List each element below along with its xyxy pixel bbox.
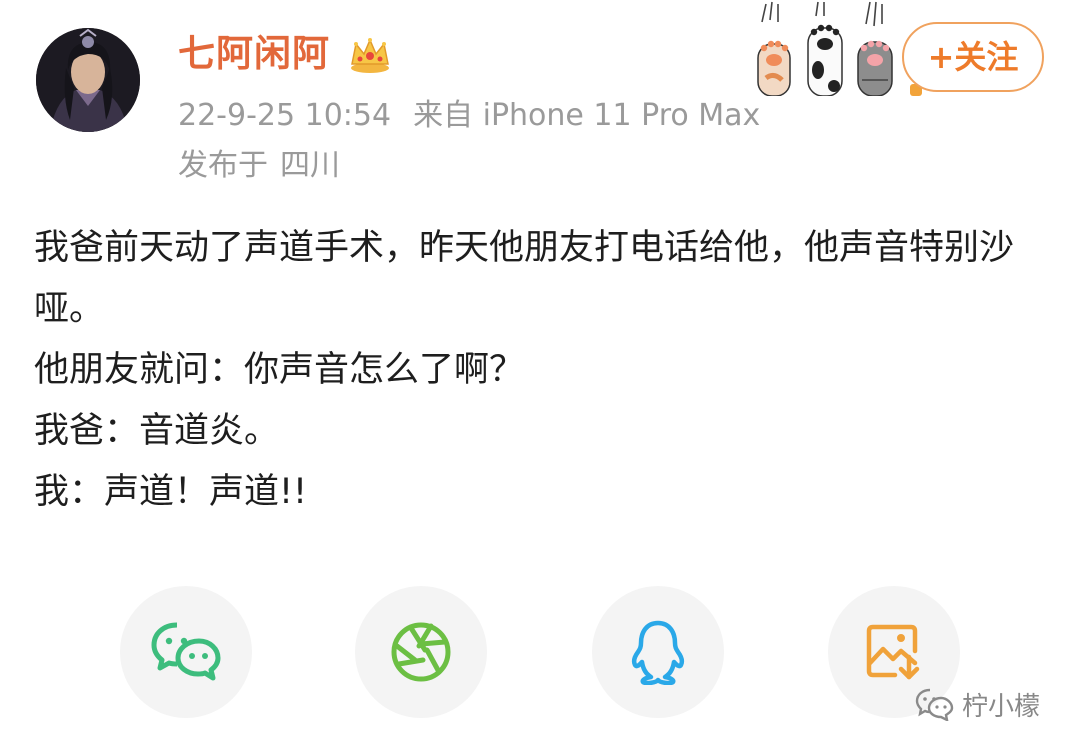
follow-button[interactable]: +关注	[902, 22, 1044, 92]
watermark-text: 柠小檬	[962, 691, 1041, 722]
post-line: 他朋友就问：你声音怎么了啊？	[34, 350, 525, 390]
wechat-official-icon	[915, 688, 954, 721]
post-line: 我爸前天动了声道手术，昨天他朋友打电话给他，他声音特别沙哑。	[34, 228, 1015, 329]
watermark: 柠小檬	[914, 684, 1040, 724]
avatar[interactable]	[36, 28, 140, 132]
crown-icon	[351, 38, 389, 73]
qq-icon	[631, 620, 685, 685]
cat-paws-decoration-icon	[757, 1, 922, 96]
share-wechat-button[interactable]	[120, 586, 252, 718]
location-prefix: 发布于	[178, 148, 268, 183]
post-location: 发布于 四川	[178, 146, 340, 186]
post-line: 我爸：音道炎。	[34, 411, 280, 451]
post-datetime: 22-9-25 10:54	[178, 98, 392, 133]
post-meta: 22-9-25 10:54 来自 iPhone 11 Pro Max	[178, 96, 760, 136]
post-body: 我爸前天动了声道手术，昨天他朋友打电话给他，他声音特别沙哑。 他朋友就问：你声音…	[34, 218, 1054, 523]
save-image-icon	[866, 624, 920, 680]
share-moments-button[interactable]	[355, 586, 487, 718]
post-source: 来自 iPhone 11 Pro Max	[413, 98, 761, 133]
username[interactable]: 七阿闲阿	[178, 30, 330, 78]
post-line: 我：声道！声道!!	[34, 472, 308, 512]
moments-icon	[391, 622, 451, 682]
share-qq-button[interactable]	[592, 586, 724, 718]
wechat-icon	[151, 622, 221, 681]
location-value: 四川	[280, 148, 340, 183]
